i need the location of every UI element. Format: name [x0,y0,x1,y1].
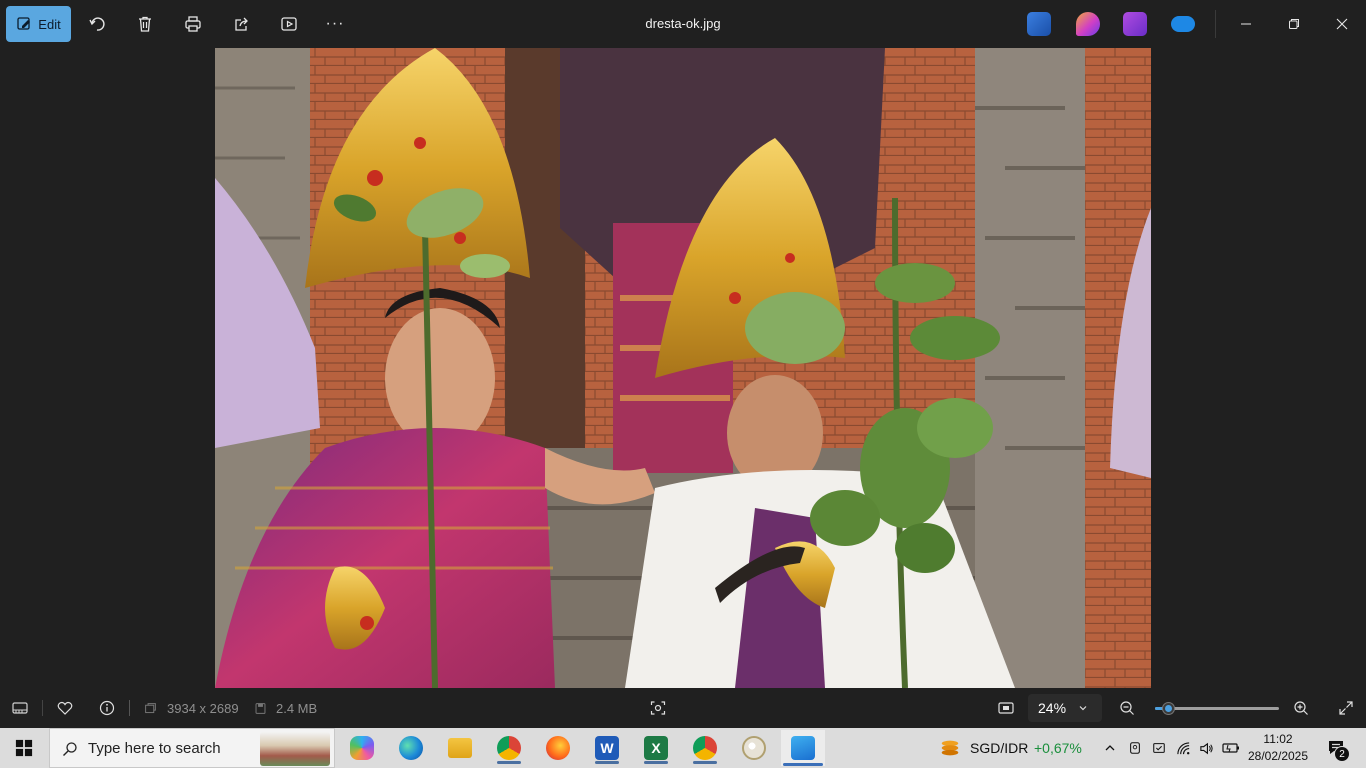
taskbar-excel[interactable]: X [634,732,678,764]
zoom-out-button[interactable] [1117,696,1137,720]
chevron-up-icon [1105,745,1115,751]
taskbar-chrome-2[interactable] [683,732,727,764]
visual-search-icon [650,701,666,715]
share-button[interactable] [228,6,254,42]
dimensions-icon [143,696,157,720]
start-button[interactable] [2,732,46,764]
taskbar-photos[interactable] [781,730,825,766]
taskbar-edge[interactable] [389,732,433,764]
zoom-slider[interactable] [1155,702,1279,715]
fit-window-icon [998,702,1014,714]
ticker-widget-icon[interactable] [928,732,972,764]
file-size: 2.4 MB [276,700,318,716]
photo-canvas[interactable] [215,48,1151,688]
heart-icon [57,701,73,715]
filmstrip-button[interactable] [10,696,30,720]
visual-search-button[interactable] [648,696,668,720]
onedrive-icon[interactable] [1171,16,1195,32]
taskbar-file-explorer[interactable] [438,732,482,764]
video-editor-icon[interactable] [1123,12,1147,36]
restore-icon [1289,19,1299,29]
edit-button[interactable]: Edit [6,6,71,42]
more-icon: ··· [325,15,345,32]
edit-icon [17,17,31,30]
toolbar-divider [1215,10,1216,38]
minimize-icon [1241,23,1251,25]
search-placeholder: Type here to search [88,739,221,757]
tray-network-icon[interactable] [1172,732,1194,764]
rotate-icon [89,17,105,31]
trash-icon [139,16,151,32]
top-toolbar: Edit ··· dresta-ok.jpg [0,0,1366,48]
edit-label: Edit [38,16,61,32]
zoom-in-icon [1294,701,1308,715]
zoom-level-value: 24% [1038,700,1067,716]
clipchamp-icon[interactable] [1076,12,1100,36]
print-button[interactable] [180,6,206,42]
favorite-button[interactable] [55,696,75,720]
close-icon [1336,18,1348,30]
taskbar: Type here to search W X SGD/IDR +0,67% 1… [0,728,1366,768]
fit-to-window-button[interactable] [996,696,1016,720]
zoom-slider-thumb[interactable] [1161,702,1175,715]
chevron-down-icon [1079,706,1087,711]
meet-now-icon [1130,742,1140,754]
clock-time[interactable]: 11:02 [1248,732,1308,746]
file-size-icon [253,696,267,720]
rotate-button[interactable] [84,6,110,42]
speaker-icon [1199,742,1213,754]
tray-volume-icon[interactable] [1195,732,1217,764]
more-options-button[interactable]: ··· [320,6,350,42]
fullscreen-button[interactable] [1336,696,1356,720]
expand-icon [1339,701,1353,715]
zoom-in-button[interactable] [1291,696,1311,720]
security-icon [1153,743,1165,753]
windows-logo-icon [15,739,33,757]
notification-count-badge: 2 [1334,746,1350,762]
taskbar-search-box[interactable]: Type here to search [49,728,335,768]
photo-image [215,48,1151,688]
close-button[interactable] [1320,6,1364,42]
tray-security-icon[interactable] [1148,732,1170,764]
wifi-icon [1176,741,1189,754]
restore-button[interactable] [1272,6,1316,42]
status-divider [129,700,130,716]
battery-icon [1222,743,1239,753]
show-hidden-icons-button[interactable] [1099,732,1121,764]
delete-button[interactable] [132,6,158,42]
ticker-change[interactable]: +0,67% [1034,740,1082,756]
designer-app-icon[interactable] [1027,12,1051,36]
file-info-button[interactable] [97,696,117,720]
filmstrip-icon [12,702,28,714]
slideshow-button[interactable] [276,6,302,42]
share-icon [235,17,248,31]
image-dimensions: 3934 x 2689 [167,700,239,716]
zoom-level-dropdown[interactable]: 24% [1028,694,1102,722]
currency-stack-icon [941,740,959,756]
printer-icon [185,16,201,32]
taskbar-word[interactable]: W [585,732,629,764]
play-icon [281,17,297,31]
clock-date[interactable]: 28/02/2025 [1246,749,1310,763]
taskbar-chrome-1[interactable] [487,732,531,764]
search-icon [63,742,77,756]
tray-battery-icon[interactable] [1219,732,1243,764]
info-icon [99,700,115,716]
taskbar-copilot[interactable] [340,732,384,764]
tray-device-icon[interactable] [1124,732,1146,764]
minimize-button[interactable] [1224,6,1268,42]
search-highlight-illustration [260,732,330,766]
notification-center-button[interactable]: 2 [1318,732,1354,764]
taskbar-paint[interactable] [732,732,776,764]
ticker-pair[interactable]: SGD/IDR [970,740,1028,756]
status-divider [42,700,43,716]
zoom-out-icon [1120,701,1134,715]
taskbar-firefox[interactable] [536,732,580,764]
